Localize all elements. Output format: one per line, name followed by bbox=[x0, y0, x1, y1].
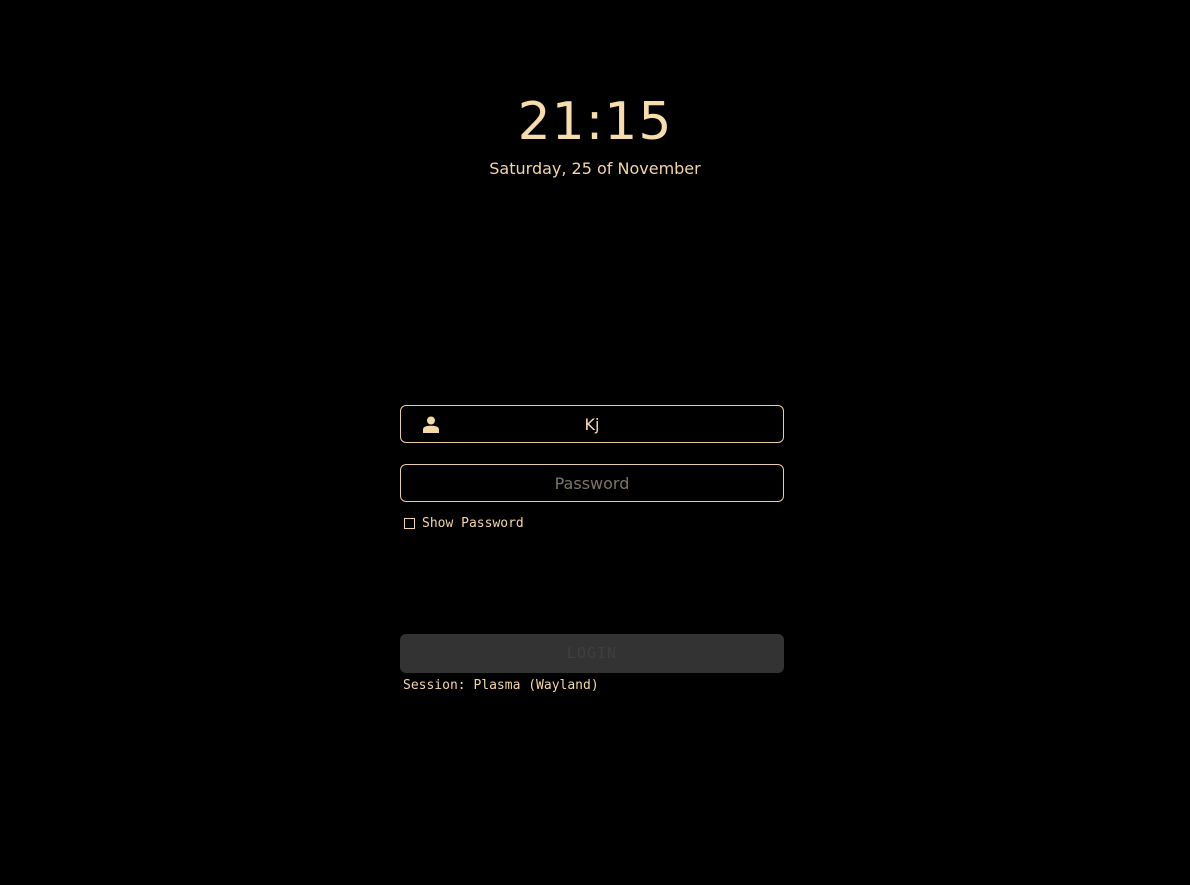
clock-date: Saturday, 25 of November bbox=[489, 159, 701, 178]
password-field[interactable] bbox=[400, 464, 784, 502]
show-password-label: Show Password bbox=[422, 515, 524, 531]
username-value: Kj bbox=[584, 415, 600, 434]
session-selector[interactable]: Session: Plasma (Wayland) bbox=[403, 678, 599, 693]
clock-time: 21:15 bbox=[517, 92, 673, 152]
login-button[interactable]: LOGIN bbox=[400, 634, 784, 673]
show-password-checkbox[interactable] bbox=[404, 517, 415, 529]
password-input[interactable] bbox=[401, 465, 783, 501]
show-password-toggle[interactable]: Show Password bbox=[404, 515, 524, 531]
username-field[interactable]: Kj bbox=[400, 405, 784, 443]
clock: 21:15 Saturday, 25 of November bbox=[0, 90, 1190, 180]
